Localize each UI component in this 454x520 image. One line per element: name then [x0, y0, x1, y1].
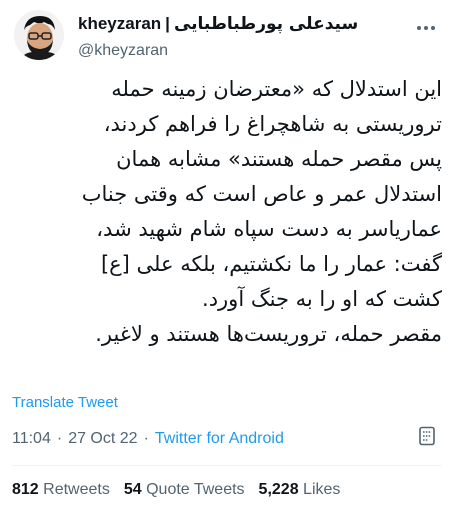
analytics-icon[interactable] — [415, 424, 439, 448]
author-handle[interactable]: @kheyzaran — [78, 42, 398, 60]
more-dot — [417, 26, 421, 30]
more-options-icon[interactable] — [414, 18, 438, 38]
display-name-latin: kheyzaran — [78, 14, 162, 33]
tweet-line: مقصر حمله، تروریست‌ها هستند و لاغیر. — [95, 322, 442, 346]
tweet-line: گفت: عمار را ما نکشتیم، بلکه علی [ع] — [100, 252, 442, 276]
more-dot — [424, 26, 428, 30]
quote-tweets-label: Quote Tweets — [146, 481, 245, 498]
tweet-source-link[interactable]: Twitter for Android — [155, 430, 284, 448]
author-display-name[interactable]: kheyzaran | سیدعلی پورطباطبایی — [78, 14, 398, 34]
tweet-line: تروریستی به شاهچراغ را فراهم کردند، — [103, 112, 442, 136]
avatar[interactable] — [14, 10, 64, 60]
likes-stat[interactable]: 5,228 Likes — [259, 481, 341, 499]
meta-dot: · — [56, 430, 63, 447]
quote-tweets-count: 54 — [123, 481, 142, 498]
tweet-line: استدلال عمر و عاص است که وقتی جناب — [81, 182, 442, 206]
retweets-count: 812 — [12, 481, 39, 498]
display-name-separator: | — [165, 14, 170, 33]
tweet-time[interactable]: 11:04 — [12, 430, 51, 448]
author-names: kheyzaran | سیدعلی پورطباطبایی @kheyzara… — [78, 14, 398, 60]
tweet-text: این استدلال که «معترضان زمینه حمله تروری… — [12, 72, 442, 390]
tweet-line: عماریاسر به دست سپاه شام شهید شد، — [96, 217, 442, 241]
divider — [12, 465, 442, 466]
likes-label: Likes — [303, 481, 341, 498]
more-dot — [431, 26, 435, 30]
tweet-line: این استدلال که «معترضان زمینه حمله — [111, 77, 442, 101]
analytics-glyph — [419, 426, 435, 446]
tweet-stats: 812 Retweets 54 Quote Tweets 5,228 Likes — [12, 481, 340, 499]
tweet-meta: 11:04 · 27 Oct 22 · Twitter for Android — [12, 430, 284, 448]
tweet-line: پس مقصر حمله هستند» مشابه همان — [116, 147, 442, 171]
translate-tweet-link[interactable]: Translate Tweet — [12, 394, 118, 411]
tweet-date[interactable]: 27 Oct 22 — [68, 430, 137, 448]
quote-tweets-stat[interactable]: 54 Quote Tweets — [124, 481, 245, 499]
tweet-line: کشت که او را به جنگ آورد. — [202, 287, 442, 311]
display-name-persian: سیدعلی پورطباطبایی — [173, 14, 359, 34]
retweets-label: Retweets — [43, 481, 110, 498]
tweet-header: kheyzaran | سیدعلی پورطباطبایی @kheyzara… — [12, 8, 444, 66]
retweets-stat[interactable]: 812 Retweets — [12, 481, 110, 499]
avatar-illustration — [14, 10, 64, 60]
likes-count: 5,228 — [258, 481, 299, 498]
meta-dot: · — [143, 430, 149, 447]
